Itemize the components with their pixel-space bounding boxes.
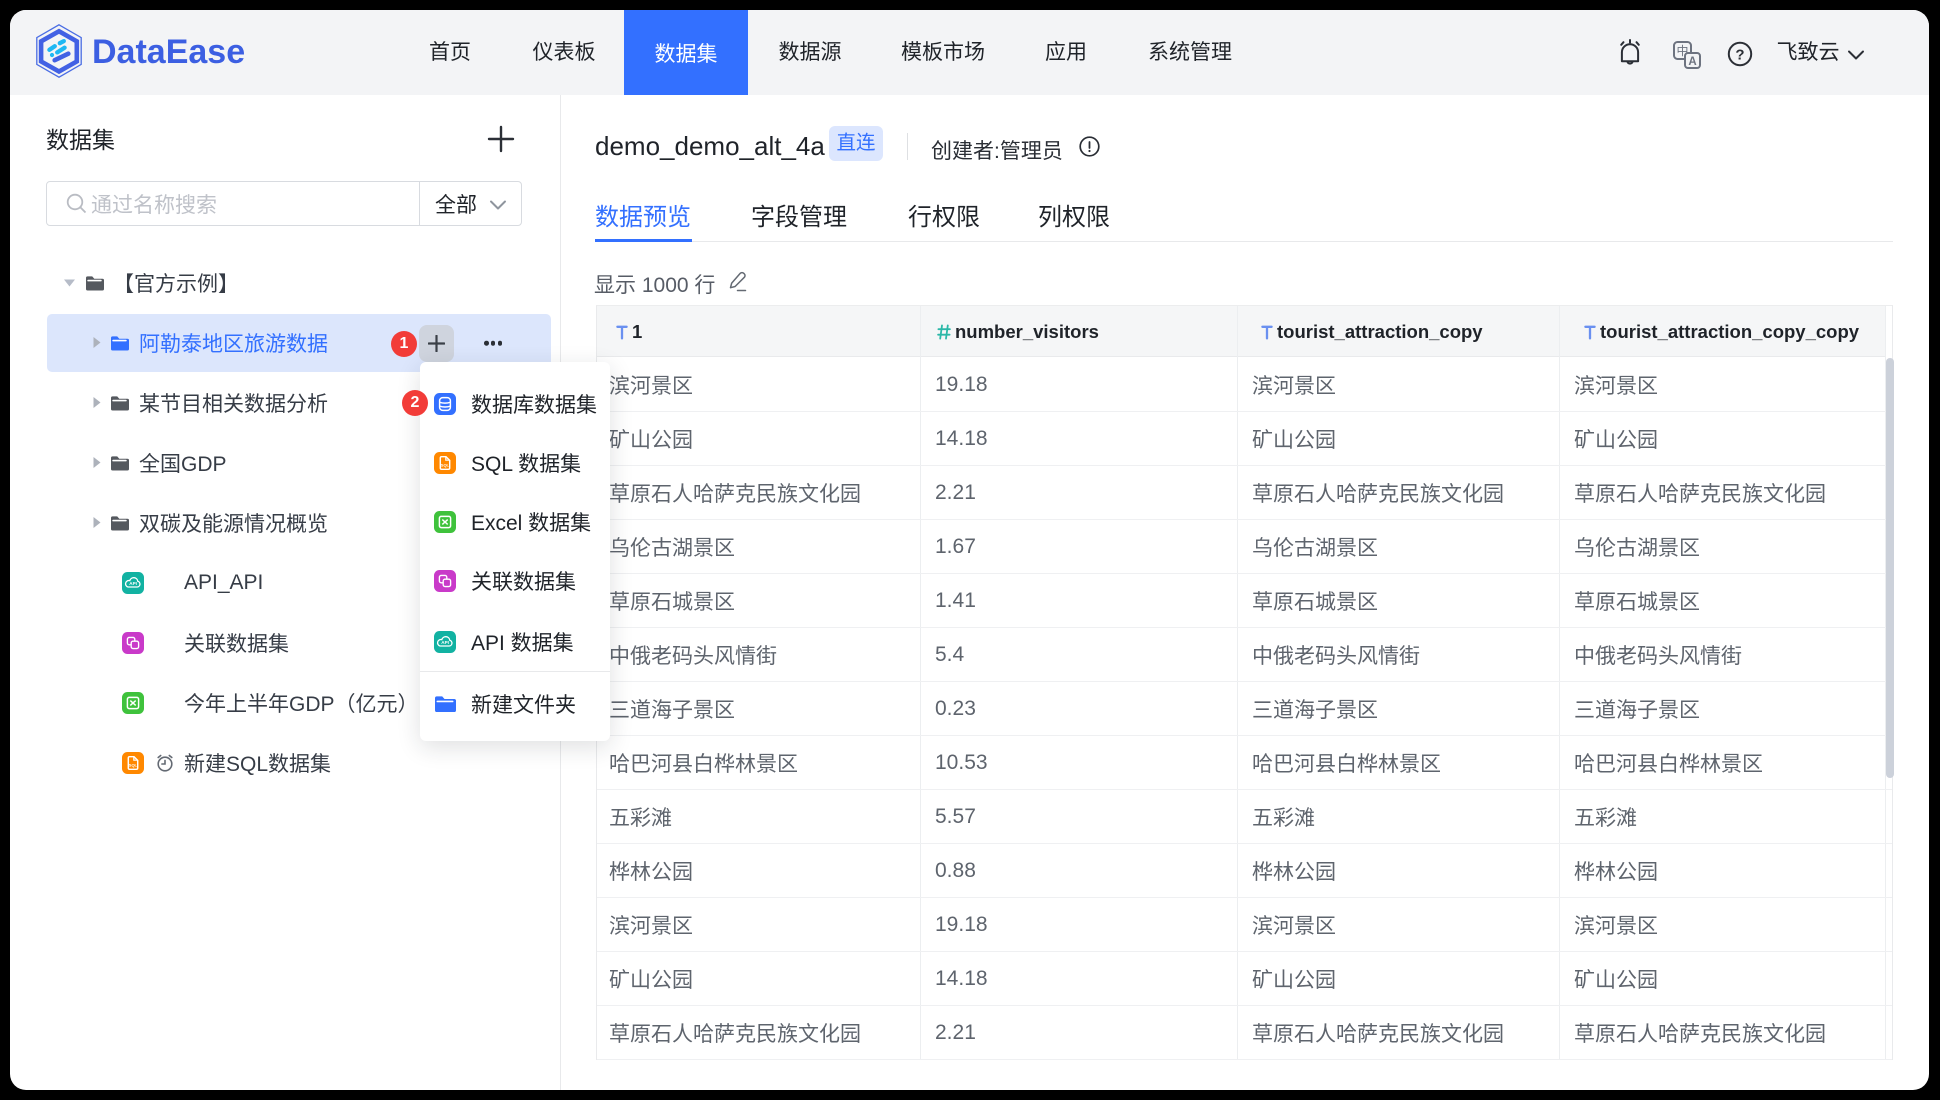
svg-text:SQL: SQL [129,762,138,767]
svg-text:A: A [1688,56,1696,68]
svg-text:?: ? [1735,46,1744,63]
svg-text:API: API [441,640,449,645]
svg-text:API: API [129,581,137,586]
svg-text:SQL: SQL [441,462,450,467]
